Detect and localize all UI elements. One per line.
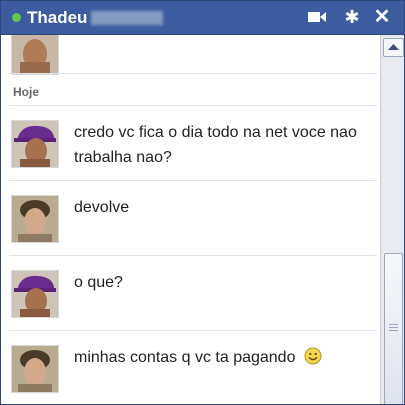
avatar-purple-cap[interactable] <box>11 270 59 318</box>
video-call-icon[interactable] <box>306 6 328 28</box>
message-text: credo vc fica o dia todo na net voce nao… <box>74 124 357 166</box>
close-icon[interactable]: ✕ <box>371 6 393 28</box>
scroll-grip <box>389 330 398 331</box>
avatar-purple-cap[interactable] <box>11 120 59 168</box>
scrollbar[interactable] <box>380 35 404 404</box>
avatar-thadeu[interactable] <box>11 195 59 243</box>
contact-name[interactable]: Thadeu <box>27 8 87 28</box>
divider <box>9 105 377 106</box>
avatar-thadeu[interactable] <box>11 345 59 393</box>
divider <box>9 73 377 74</box>
message-text: o que? <box>74 274 123 291</box>
online-status-icon <box>12 13 21 22</box>
scroll-grip <box>389 324 398 325</box>
message-text-content: minhas contas q vc ta pagando <box>74 349 296 366</box>
divider <box>9 330 377 331</box>
scroll-grip <box>389 327 398 328</box>
divider <box>9 180 377 181</box>
message-list[interactable]: Hoje credo vc fica o dia todo na net voc… <box>1 35 380 404</box>
smiley-icon <box>304 347 322 365</box>
message-text: devolve <box>74 199 130 216</box>
chat-window: Thadeu ✱ ✕ Hoje credo vc fica o dia todo… <box>0 0 405 405</box>
avatar-purple-cap[interactable] <box>11 35 59 75</box>
message-text: minhas contas q vc ta pagando <box>74 345 374 370</box>
redacted-surname <box>91 11 163 25</box>
day-label: Hoje <box>13 85 40 99</box>
divider <box>9 255 377 256</box>
scroll-thumb[interactable] <box>384 253 403 404</box>
scroll-up-arrow-icon[interactable] <box>383 38 404 57</box>
gear-icon[interactable]: ✱ <box>341 6 363 28</box>
chat-title-bar[interactable]: Thadeu ✱ ✕ <box>1 1 404 35</box>
